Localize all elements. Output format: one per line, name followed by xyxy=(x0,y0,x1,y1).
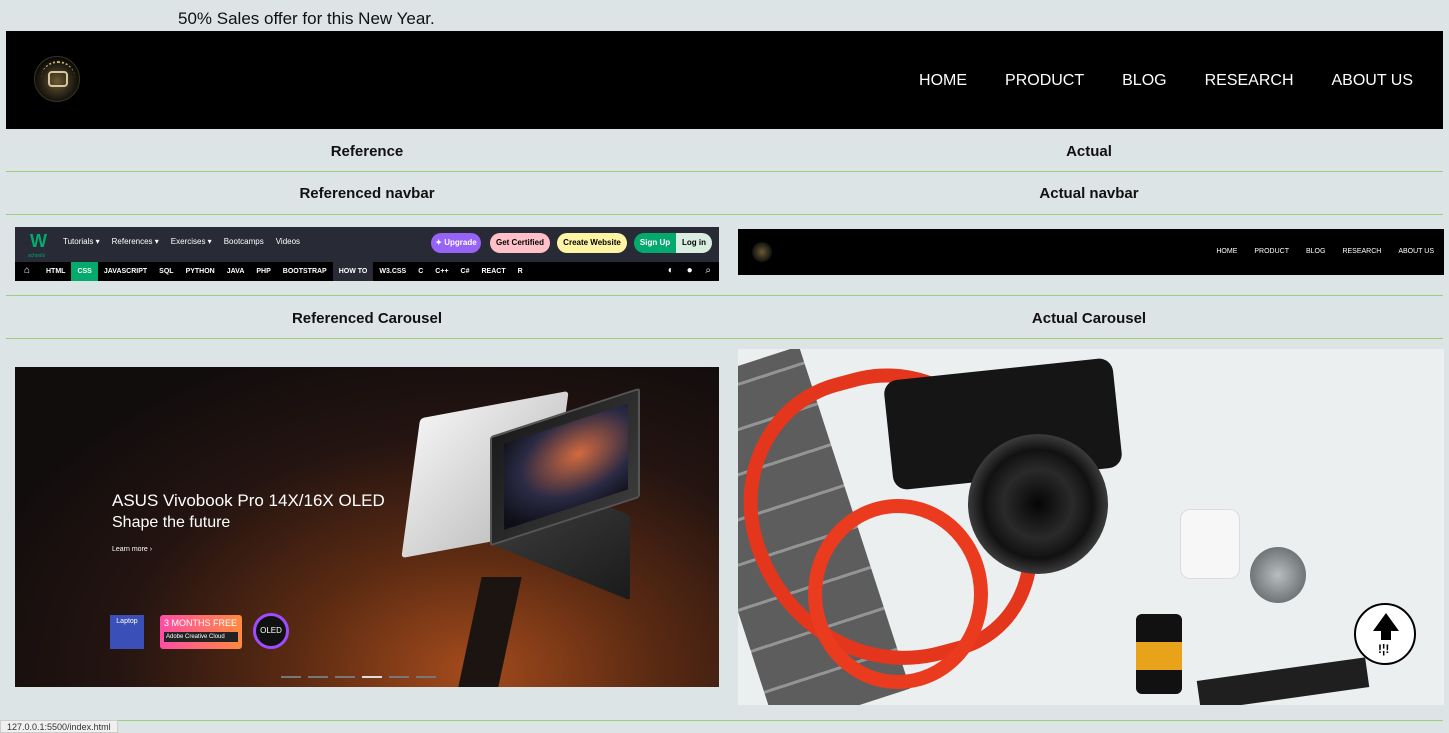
mini-logo[interactable] xyxy=(752,242,772,262)
actual-carousel-heading: Actual Carousel xyxy=(1031,310,1147,327)
nav-research[interactable]: RESEARCH xyxy=(1205,72,1294,90)
months-free-badge: 3 MONTHS FREE Adobe Creative Cloud xyxy=(160,615,242,649)
referenced-navbar-heading: Referenced navbar xyxy=(299,185,435,202)
nav-about-us[interactable]: ABOUT US xyxy=(1332,72,1414,90)
browser-status-bar: 127.0.0.1:5500/index.html xyxy=(0,720,118,733)
mini-nav-home[interactable]: HOME xyxy=(1216,248,1237,255)
carousel-dot[interactable] xyxy=(335,676,355,678)
offer-banner: 50% Sales offer for this New Year. xyxy=(178,9,435,28)
film-canister-cap-image xyxy=(1180,509,1240,579)
camera-lens-image xyxy=(968,434,1108,574)
w3-link-java[interactable]: JAVA xyxy=(221,262,251,281)
mini-nav-product[interactable]: PRODUCT xyxy=(1254,248,1289,255)
oled-badge: OLED xyxy=(253,613,289,649)
divider xyxy=(6,338,1443,339)
w3-menu-exercises[interactable]: Exercises ▾ xyxy=(171,237,212,246)
divider xyxy=(6,214,1443,215)
mini-nav-research[interactable]: RESEARCH xyxy=(1342,248,1381,255)
actual-navbar-preview: HOME PRODUCT BLOG RESEARCH ABOUT US xyxy=(738,229,1444,275)
mini-nav-about-us[interactable]: ABOUT US xyxy=(1398,248,1434,255)
w3-menu-tutorials[interactable]: Tutorials ▾ xyxy=(63,237,100,246)
w3-menu-videos[interactable]: Videos xyxy=(276,237,300,246)
arrow-up-icon xyxy=(1373,613,1399,631)
home-icon[interactable]: ⌂ xyxy=(24,265,30,276)
w3-link-python[interactable]: PYTHON xyxy=(180,262,221,281)
w3-menu-references[interactable]: References ▾ xyxy=(112,237,159,246)
w3-link-cpp[interactable]: C++ xyxy=(429,262,454,281)
w3-link-how-to[interactable]: HOW TO xyxy=(332,262,374,281)
w3-link-html[interactable]: HTML xyxy=(40,262,71,281)
lens-cap-image xyxy=(1250,547,1306,603)
w3-link-csharp[interactable]: C# xyxy=(455,262,476,281)
mini-nav-blog[interactable]: BLOG xyxy=(1306,248,1325,255)
carousel-indicators xyxy=(281,676,443,678)
carousel-title: ASUS Vivobook Pro 14X/16X OLED xyxy=(112,491,385,510)
referenced-carousel[interactable]: ASUS Vivobook Pro 14X/16X OLED Shape the… xyxy=(15,367,719,687)
main-menu: HOME PRODUCT BLOG RESEARCH ABOUT US xyxy=(881,72,1413,90)
carousel-dot[interactable] xyxy=(389,676,409,678)
w3-link-r[interactable]: R xyxy=(512,262,529,281)
w3-link-php[interactable]: PHP xyxy=(250,262,276,281)
actual-heading: Actual xyxy=(1066,143,1112,160)
create-website-button[interactable]: Create Website xyxy=(557,233,627,253)
upgrade-button[interactable]: ✦ Upgrade xyxy=(431,233,481,253)
scroll-to-top-button[interactable]: !¦! xyxy=(1354,603,1416,665)
camera-strap-image xyxy=(808,499,988,689)
carousel-dot[interactable] xyxy=(308,676,328,678)
actual-navbar-heading: Actual navbar xyxy=(1039,185,1139,202)
learn-more-link[interactable]: Learn more › xyxy=(112,546,152,553)
laptop-award-badge: Laptop xyxy=(110,615,144,649)
actual-carousel[interactable] xyxy=(738,349,1444,705)
carousel-dot[interactable] xyxy=(281,676,301,678)
sign-up-button[interactable]: Sign Up xyxy=(634,233,676,253)
get-certified-button[interactable]: Get Certified xyxy=(490,233,550,253)
reference-heading: Reference xyxy=(330,143,404,160)
log-in-button[interactable]: Log in xyxy=(676,233,712,253)
film-roll-image xyxy=(1136,614,1182,694)
camera-logo-icon xyxy=(48,71,68,87)
contrast-icon[interactable]: ◐ xyxy=(668,265,674,276)
w3-link-javascript[interactable]: JAVASCRIPT xyxy=(98,262,153,281)
divider xyxy=(6,171,1443,172)
w3-link-bootstrap[interactable]: BOOTSTRAP xyxy=(277,262,333,281)
main-navbar: HOME PRODUCT BLOG RESEARCH ABOUT US xyxy=(6,31,1443,129)
film-strip-image xyxy=(1196,657,1370,705)
divider xyxy=(6,720,1443,721)
referenced-carousel-heading: Referenced Carousel xyxy=(291,310,443,327)
carousel-dot[interactable] xyxy=(416,676,436,678)
w3-link-css[interactable]: CSS xyxy=(71,262,98,281)
search-icon[interactable]: ⌕ xyxy=(705,265,711,276)
w3-link-w3css[interactable]: W3.CSS xyxy=(373,262,412,281)
w3-link-react[interactable]: REACT xyxy=(475,262,511,281)
site-logo[interactable] xyxy=(34,56,80,102)
nav-blog[interactable]: BLOG xyxy=(1122,72,1166,90)
w3-menu-bootcamps[interactable]: Bootcamps xyxy=(224,237,264,246)
w3-link-sql[interactable]: SQL xyxy=(153,262,179,281)
referenced-navbar: Wschools Tutorials ▾ References ▾ Exerci… xyxy=(15,227,719,281)
globe-icon[interactable]: ● xyxy=(687,265,693,276)
w3-link-c[interactable]: C xyxy=(412,262,429,281)
divider xyxy=(6,295,1443,296)
nav-product[interactable]: PRODUCT xyxy=(1005,72,1084,90)
carousel-subtitle: Shape the future xyxy=(112,514,231,531)
w3schools-logo[interactable]: Wschools xyxy=(28,232,52,259)
stand-graphic xyxy=(458,577,522,687)
nav-home[interactable]: HOME xyxy=(919,72,967,90)
carousel-dot[interactable] xyxy=(362,676,382,678)
